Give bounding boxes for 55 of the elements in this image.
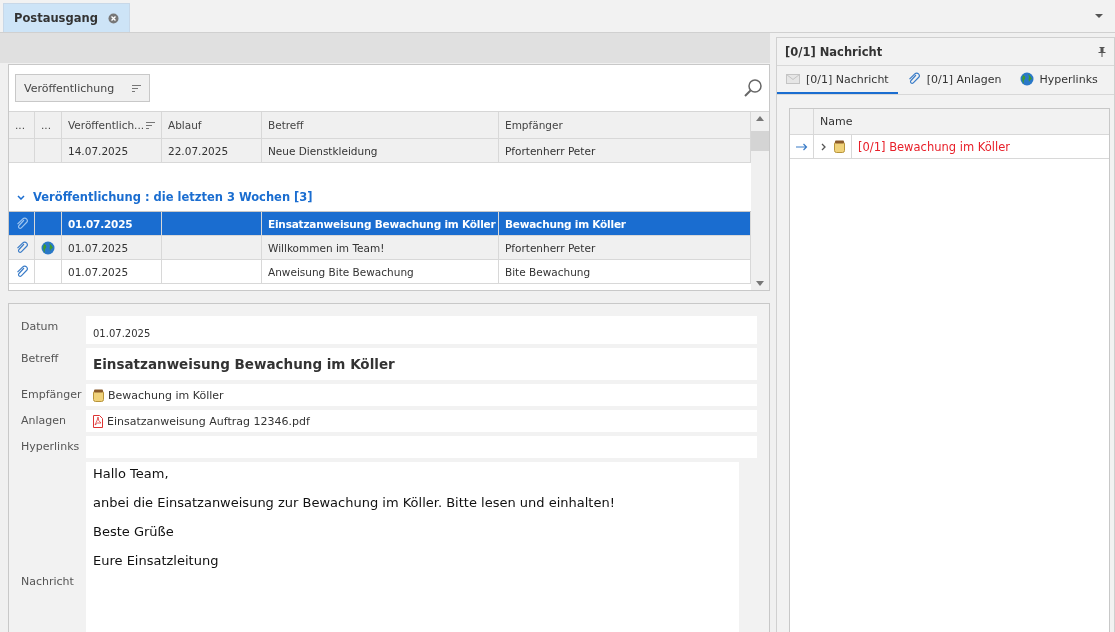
table-cell: 14.07.2025 [62,139,162,162]
field-label: Anlagen [21,413,67,429]
group-by-chip[interactable]: Veröffentlichung [15,74,151,102]
globe-icon [1019,72,1034,86]
table-row[interactable]: 14.07.2025 22.07.2025 Neue Dienstkleidung Pfortenherr Peter [9,139,751,163]
paperclip-icon [906,72,921,86]
message-body[interactable]: Hallo Team, anbei die Einsatzanweisung zur Bewachung im Köller. Bitte lesen und einhalten! Beste Grüße Eure Einsatzleitung [86,462,739,632]
field-label: Empfänger [21,387,83,403]
field-label: Betreff [21,351,60,367]
contact-icon [93,388,104,402]
tab[interactable]: Hyperlinks [1010,66,1107,94]
tree-item-label: [0/1] Bewachung im Köller [851,135,1010,158]
chevron-icon[interactable] [17,194,25,200]
pdf-icon [93,414,103,428]
tree-row[interactable]: [0/1] Bewachung im Köller [790,135,1109,159]
scroll-up-icon[interactable] [756,116,764,121]
field-label: Datum [21,319,60,335]
field-value[interactable]: 01.07.2025 [86,316,757,344]
column-header[interactable]: Veröffentlich... [62,112,162,138]
scrollbar[interactable] [751,112,769,290]
field-label: Nachricht [21,574,75,590]
panel-title: [0/1] Nachricht [785,44,883,59]
table-cell: 01.07.2025 [62,236,162,259]
contact-icon [834,140,845,153]
table-cell: Neue Dienstkleidung [262,139,499,162]
table-cell: Willkommen im Team! [262,236,499,259]
column-header[interactable]: ... [35,112,62,138]
dropdown-caret-icon[interactable] [1095,14,1103,18]
table-cell: Einsatzanweisung Bewachung im Köller [262,212,499,235]
field-value[interactable]: Einsatzanweisung Bewachung im Köller [86,348,757,380]
field-label: Hyperlinks [21,439,81,455]
document-tab[interactable]: Postausgang [3,3,130,32]
scroll-thumb[interactable] [751,131,769,151]
table-cell: 22.07.2025 [162,139,262,162]
field-value[interactable]: Einsatzanweisung Auftrag 12346.pdf [86,410,757,432]
scroll-down-icon[interactable] [756,281,764,286]
sort-icon [132,84,142,92]
envelope-icon [786,74,800,84]
table-cell: Anweisung Bite Bewachung [262,260,499,283]
column-header[interactable]: Ablauf [162,112,262,138]
table-cell: 01.07.2025 [62,260,162,283]
table-cell: 01.07.2025 [62,212,162,235]
tab[interactable]: [0/1] Nachricht [777,66,898,94]
search-icon[interactable] [743,78,763,98]
pin-icon[interactable] [1098,46,1106,57]
tab[interactable]: [0/1] Anlagen [897,66,1011,94]
field-value[interactable]: Bewachung im Köller [86,384,757,406]
expander-icon[interactable] [820,142,828,151]
table-row[interactable]: 01.07.2025 Anweisung Bite Bewachung Bite Bewachung [9,260,751,284]
column-header[interactable]: Betreff [262,112,499,138]
table-row[interactable]: 01.07.2025 Einsatzanweisung Bewachung im Köller Bewachung im Köller [9,212,751,236]
group-label: Veröffentlichung : die letzten 3 Wochen [3] [33,190,313,204]
table-row[interactable]: 01.07.2025 Willkommen im Team! Pfortenherr Peter [9,236,751,260]
close-icon[interactable] [107,12,119,24]
column-header[interactable]: ... [9,112,35,138]
